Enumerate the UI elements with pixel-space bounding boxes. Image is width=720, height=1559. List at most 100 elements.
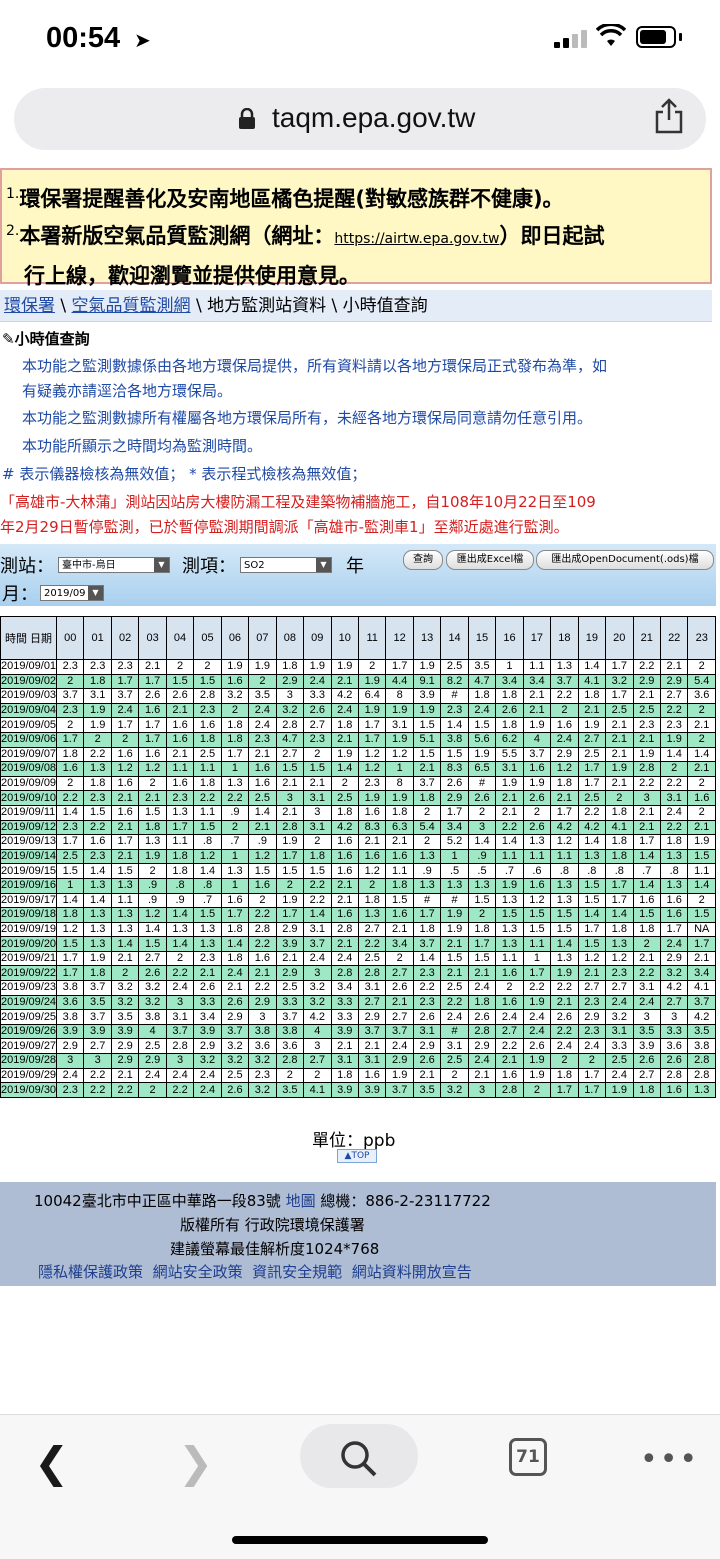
hourly-value: 1.9 bbox=[385, 731, 414, 748]
hourly-value: 1.8 bbox=[303, 848, 332, 865]
airtw-link[interactable]: https://airtw.epa.gov.tw bbox=[334, 231, 499, 247]
hourly-value: 2.3 bbox=[55, 1082, 85, 1098]
table-row: 2019/09/12 2.3 2.2 2.1 1.8 1.7 1.5 2 2.1 2.8 3.1 4.… bbox=[0, 819, 716, 836]
hourly-value: 1.2 bbox=[577, 950, 607, 967]
hourly-value: 1.1 bbox=[550, 848, 579, 865]
hourly-value: 3.7 bbox=[55, 688, 85, 704]
hourly-value: 1.2 bbox=[385, 746, 414, 763]
hourly-value: 8.2 bbox=[440, 673, 469, 690]
hourly-value: 1.3 bbox=[83, 761, 112, 777]
hourly-value: 2 bbox=[165, 659, 195, 675]
share-icon[interactable] bbox=[654, 98, 684, 134]
hourly-value: 2.2 bbox=[659, 775, 689, 792]
hourly-value: 1.2 bbox=[248, 848, 277, 865]
hourly-value: 2.2 bbox=[495, 819, 524, 836]
hourly-value: 1.8 bbox=[83, 673, 112, 690]
hourly-value: 1 bbox=[220, 877, 250, 894]
hourly-value: 1.9 bbox=[385, 790, 414, 806]
hourly-value: 2.3 bbox=[357, 775, 387, 792]
hourly-value: 3 bbox=[467, 1082, 497, 1098]
hourly-value: .7 bbox=[193, 892, 222, 909]
hourly-value: 2.7 bbox=[659, 688, 689, 704]
lock-icon bbox=[239, 108, 255, 129]
url-text[interactable]: taqm.epa.gov.tw bbox=[272, 102, 475, 134]
hourly-value: 2.1 bbox=[687, 717, 716, 733]
export-ods-button[interactable]: 匯出成OpenDocument(.ods)檔 bbox=[536, 550, 714, 570]
hourly-value: 2.1 bbox=[687, 761, 716, 777]
hourly-value: 2.8 bbox=[495, 1082, 524, 1098]
header-hour: 15 bbox=[467, 616, 497, 660]
hourly-value: 1.9 bbox=[632, 746, 661, 763]
hourly-value: 1.9 bbox=[550, 965, 579, 982]
battery-icon bbox=[636, 26, 676, 48]
hourly-value: 1.9 bbox=[138, 848, 167, 865]
footer-link-privacy[interactable]: 隱私權保護政策 bbox=[38, 1263, 143, 1281]
breadcrumb-epa[interactable]: 環保署 bbox=[4, 296, 55, 316]
hourly-value: 1.3 bbox=[605, 936, 634, 952]
hourly-value: 1.9 bbox=[385, 1067, 414, 1084]
hourly-value: 2.1 bbox=[522, 688, 552, 704]
hourly-value: 2.7 bbox=[577, 980, 607, 996]
hourly-value: 1.2 bbox=[138, 907, 167, 923]
hourly-value: 3.5 bbox=[632, 1023, 661, 1040]
hourly-value: 1 bbox=[220, 848, 250, 865]
footer-link-opendata[interactable]: 網站資料開放宣告 bbox=[352, 1263, 472, 1281]
hourly-value: 2.4 bbox=[659, 936, 689, 952]
hourly-value: 2.1 bbox=[659, 659, 689, 675]
forward-icon[interactable]: ❯ bbox=[178, 1438, 213, 1487]
hourly-value: 1.3 bbox=[495, 936, 524, 952]
table-row: 2019/09/21 1.7 1.9 2.1 2.7 2 2.3 1.8 1.6 2.1 2.4 2.… bbox=[0, 950, 716, 967]
hourly-value: 1.3 bbox=[577, 848, 607, 865]
back-to-top-link[interactable]: ▲TOP bbox=[337, 1149, 377, 1163]
hourly-value: 1.1 bbox=[495, 950, 524, 967]
tabs-button[interactable]: 71 bbox=[509, 1438, 547, 1476]
footer-map-link[interactable]: 地圖 bbox=[286, 1192, 316, 1210]
breadcrumb-aqm[interactable]: 空氣品質監測網 bbox=[72, 296, 191, 316]
hourly-value: 2.1 bbox=[275, 804, 305, 821]
hourly-value: 2 bbox=[687, 731, 716, 748]
hourly-value: 1.5 bbox=[412, 746, 442, 763]
footer-link-security[interactable]: 網站安全政策 bbox=[153, 1263, 243, 1281]
hourly-value: 1.4 bbox=[193, 863, 222, 879]
footer-link-infosec[interactable]: 資訊安全規範 bbox=[252, 1263, 342, 1281]
hourly-value: 1.5 bbox=[632, 907, 661, 923]
station-select[interactable]: 臺中市-烏日 ▼ bbox=[58, 557, 170, 573]
search-button[interactable] bbox=[300, 1424, 418, 1488]
table-row: 2019/09/19 1.2 1.3 1.3 1.4 1.3 1.3 1.8 2.8 2.9 3.1… bbox=[0, 921, 716, 938]
hourly-data-table: 時間 日期 00 01 02 03 04 05 06 07 08 09 10 11 12 13 14 15 16 1… bbox=[0, 616, 716, 1098]
query-button[interactable]: 查詢 bbox=[403, 550, 443, 570]
hourly-value: .9 bbox=[412, 863, 442, 879]
hourly-value: 1.7 bbox=[110, 673, 140, 690]
hourly-value: 2 bbox=[659, 761, 689, 777]
hourly-value: 3.1 bbox=[165, 1009, 195, 1025]
hourly-value: 2.5 bbox=[193, 746, 222, 763]
hourly-value: 1.8 bbox=[55, 907, 85, 923]
hourly-value: 2.1 bbox=[110, 848, 140, 865]
export-excel-button[interactable]: 匯出成Excel檔 bbox=[446, 550, 534, 570]
month-select[interactable]: 2019/09 ▼ bbox=[40, 585, 104, 601]
hourly-value: 3.2 bbox=[110, 980, 140, 996]
hourly-value: 2.1 bbox=[605, 775, 634, 792]
hourly-value: 1.8 bbox=[385, 877, 414, 894]
hourly-value: 2.1 bbox=[385, 994, 414, 1011]
hourly-value: 1.2 bbox=[550, 761, 579, 777]
back-icon[interactable]: ❮ bbox=[34, 1438, 69, 1487]
hourly-value: 2 bbox=[412, 834, 442, 850]
hourly-value: 2.1 bbox=[495, 790, 524, 806]
hourly-value: 2.1 bbox=[330, 731, 359, 748]
hourly-value: .6 bbox=[522, 863, 552, 879]
hourly-value: 4.7 bbox=[467, 673, 497, 690]
hourly-value: 3.1 bbox=[330, 1053, 359, 1069]
header-hour: 01 bbox=[83, 616, 112, 660]
hourly-value: 2.3 bbox=[605, 965, 634, 982]
hourly-value: 8.3 bbox=[440, 761, 469, 777]
hourly-value: 2.1 bbox=[385, 921, 414, 938]
hourly-value: 3.2 bbox=[248, 1082, 277, 1098]
hourly-value: 2.2 bbox=[495, 1038, 524, 1055]
hourly-value: 1.4 bbox=[110, 936, 140, 952]
hourly-value: 2.8 bbox=[467, 1023, 497, 1040]
item-select[interactable]: SO2 ▼ bbox=[240, 557, 332, 573]
hourly-value: 1.3 bbox=[193, 936, 222, 952]
hourly-value: 1.3 bbox=[220, 863, 250, 879]
more-icon[interactable]: ••• bbox=[640, 1442, 699, 1477]
